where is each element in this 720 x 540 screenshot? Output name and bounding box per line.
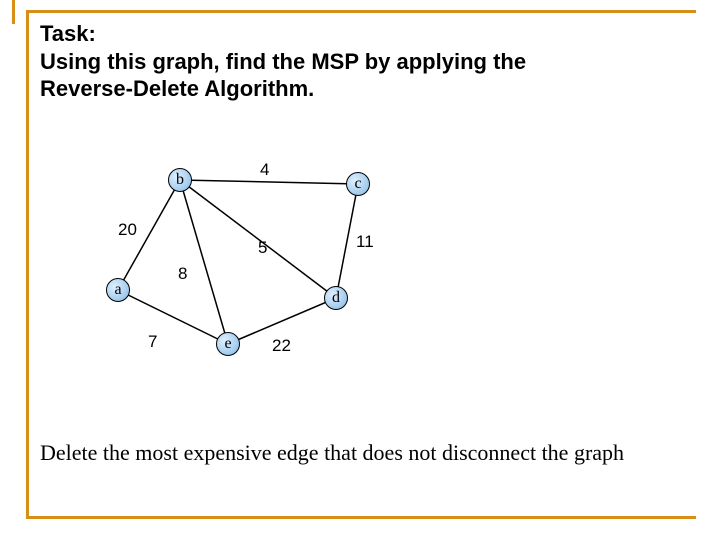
weight-be: 8 <box>178 264 187 284</box>
weight-ae: 7 <box>148 332 157 352</box>
task-text: Task: Using this graph, find the MSP by … <box>40 20 660 103</box>
task-heading: Task: <box>40 21 96 46</box>
graph-diagram: a b c d e 20 4 11 5 8 7 22 <box>100 148 420 388</box>
node-a: a <box>106 278 130 302</box>
frame-bottom <box>26 516 696 519</box>
weight-ab: 20 <box>118 220 137 240</box>
node-d: d <box>324 286 348 310</box>
frame-notch <box>12 0 15 24</box>
weight-ed: 22 <box>272 336 291 356</box>
frame-top <box>26 10 696 13</box>
node-c: c <box>346 172 370 196</box>
graph-edges <box>100 148 420 388</box>
weight-cd: 11 <box>356 232 374 252</box>
frame-left <box>26 10 29 516</box>
task-line2: Reverse-Delete Algorithm. <box>40 76 314 101</box>
instruction-text: Delete the most expensive edge that does… <box>40 440 660 466</box>
node-b: b <box>168 168 192 192</box>
node-e: e <box>216 332 240 356</box>
weight-bd: 5 <box>258 238 267 258</box>
weight-bc: 4 <box>260 160 269 180</box>
task-line1: Using this graph, find the MSP by applyi… <box>40 49 526 74</box>
slide: Task: Using this graph, find the MSP by … <box>0 0 720 540</box>
